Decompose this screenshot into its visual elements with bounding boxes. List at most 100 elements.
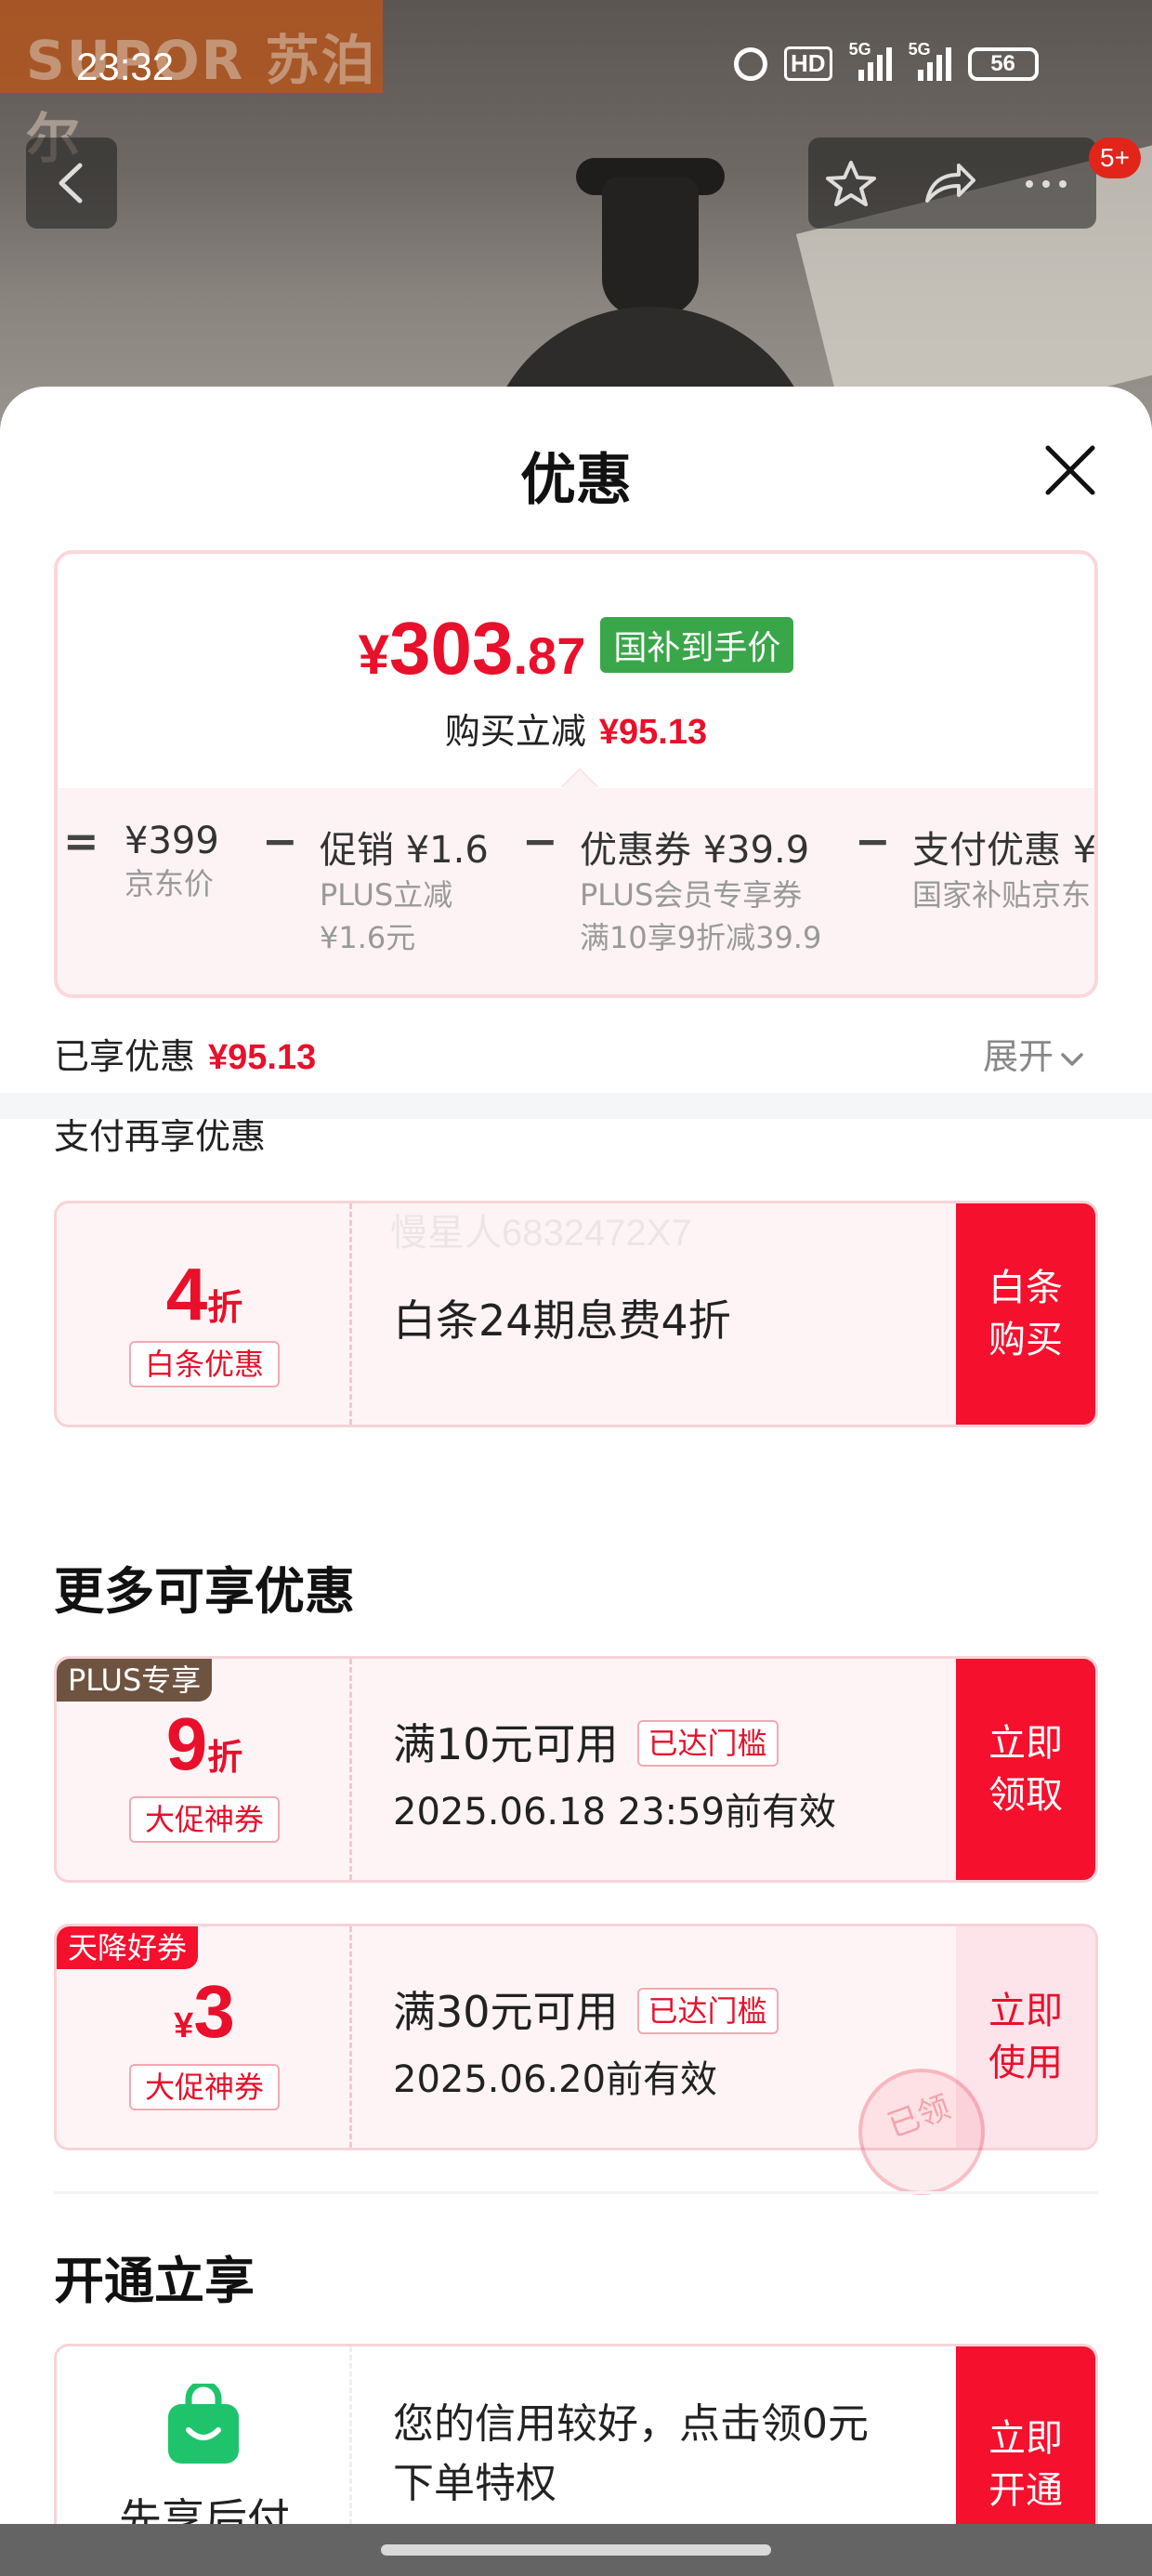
hd-icon: HD [784, 46, 832, 81]
coupon-validity: 2025.06.20前有效 [393, 2058, 718, 2101]
breakdown-sub: PLUS会员专享券 [580, 877, 803, 913]
breakdown-main: 支付优惠 ¥ [912, 829, 1097, 872]
breakdown-sub: ¥1.6元 [320, 920, 416, 955]
top-action-group [808, 138, 1096, 229]
enjoyed-amount: ¥95.13 [208, 1038, 317, 1077]
coupon-value-number: 3 [193, 1970, 235, 2053]
desc-line: 下单特权 [393, 2460, 556, 2507]
breakdown-operator: − [855, 816, 891, 866]
coupon-tag: 白条优惠 [129, 1341, 280, 1387]
section-divider [54, 2191, 1098, 2194]
photo-lid-knob [602, 177, 699, 316]
discount-sheet: 优惠 ¥303.87 国补到手价 购买立减 ¥95.13 = ¥399 京东价 − … [0, 387, 1152, 2524]
breakdown-item-jd-price: ¥399 京东价 [124, 820, 219, 905]
chevron-down-icon [1061, 1052, 1083, 1066]
button-line: 购买 [988, 1319, 1063, 1361]
breakdown-main: 促销 ¥1.6 [320, 829, 489, 872]
section-divider [0, 1093, 1152, 1119]
breakdown-item-payment: 支付优惠 ¥ 国家补贴京东 [912, 820, 1097, 916]
button-line: 立即 [988, 1722, 1063, 1765]
saving-label: 购买立减 [444, 711, 586, 752]
claim-coupon-button[interactable]: 立即 领取 [956, 1659, 1095, 1880]
baitiao-buy-button[interactable]: 白条 购买 [956, 1203, 1095, 1425]
button-line: 立即 [988, 1990, 1063, 2032]
home-indicator[interactable] [381, 2544, 771, 2556]
back-button[interactable] [26, 138, 117, 229]
star-icon [826, 161, 876, 206]
coupon-value-number: 4 [165, 1253, 208, 1335]
final-price: ¥303.87 国补到手价 [58, 606, 1094, 691]
coupon-value-unit: 折 [207, 1739, 243, 1778]
saving-amount: ¥95.13 [598, 713, 708, 752]
price-breakdown[interactable]: = ¥399 京东价 − 促销 ¥1.6 PLUS立减 ¥1.6元 − 优惠券 … [58, 768, 1097, 994]
coupon-tag: 大促神券 [129, 2064, 280, 2110]
expand-label: 展开 [983, 1036, 1054, 1077]
breakdown-operator: − [522, 816, 558, 866]
breakdown-sub: 满10享9折减39.9 [580, 920, 822, 955]
sheet-title: 优惠 [520, 448, 632, 513]
instant-saving: 购买立减 ¥95.13 [58, 703, 1094, 754]
user-watermark: 慢星人6832472X7 [390, 1213, 692, 1254]
status-time: 23:32 [76, 45, 175, 88]
button-line: 使用 [988, 2042, 1063, 2084]
coupon-value: 9折 [57, 1702, 352, 1787]
share-button[interactable] [922, 160, 977, 206]
offer-description: 白条24期息费4折 [393, 1295, 731, 1346]
signal-icon: 5G [849, 40, 892, 81]
signal-icon: 5G [909, 40, 951, 81]
coupon-details: 满30元可用 已达门槛 2025.06.20前有效 [393, 1978, 779, 2103]
coupon-condition: 满10元可用 [393, 1719, 619, 1769]
coupon-card: 9折 大促神券 PLUS专享 满10元可用 已达门槛 2025.06.18 23:… [54, 1656, 1098, 1883]
stamp-text: 已领 [883, 2088, 955, 2146]
desc-line: 您的信用较好，点击领0元 [393, 2400, 869, 2448]
coupon-details: 满10元可用 已达门槛 2025.06.18 23:59前有效 [393, 1711, 836, 1835]
breakdown-sub: 国家补贴京东 [912, 877, 1092, 913]
breakdown-main: ¥399 [124, 820, 219, 862]
breakdown-notch [561, 768, 598, 805]
more-discounts-title: 更多可享优惠 [54, 1562, 355, 1621]
status-bar: 23:32 HD 5G 5G 56 [0, 37, 1152, 102]
system-nav-bar [0, 2524, 1152, 2576]
price-currency: ¥ [358, 624, 389, 686]
subsidy-price-tag: 国补到手价 [600, 617, 794, 673]
button-line: 领取 [988, 1774, 1063, 1817]
breakdown-item-coupon: 优惠券 ¥39.9 PLUS会员专享券 满10享9折减39.9 [580, 820, 821, 959]
lucky-coupon-badge: 天降好券 [57, 1926, 199, 1969]
more-button[interactable] [1018, 160, 1074, 206]
threshold-badge: 已达门槛 [636, 1988, 779, 2034]
coupon-tag: 大促神券 [129, 1796, 280, 1843]
breakdown-main: 优惠券 ¥39.9 [580, 829, 810, 872]
threshold-badge: 已达门槛 [636, 1720, 779, 1767]
chevron-left-icon [59, 163, 83, 204]
close-button[interactable] [1041, 440, 1100, 500]
price-summary-card: ¥303.87 国补到手价 购买立减 ¥95.13 = ¥399 京东价 − 促销 … [54, 550, 1098, 998]
price-integer: 303 [389, 607, 514, 690]
button-line: 立即 [988, 2417, 1063, 2460]
button-line: 开通 [988, 2469, 1063, 2512]
breakdown-item-promo: 促销 ¥1.6 PLUS立减 ¥1.6元 [320, 820, 489, 959]
coupon-value-prefix: ¥ [174, 2006, 194, 2045]
open-benefits-title: 开通立享 [54, 2252, 255, 2310]
coupon-value: 4折 [57, 1252, 352, 1337]
pay-later-description: 您的信用较好，点击领0元 下单特权 [393, 2395, 869, 2514]
plus-exclusive-badge: PLUS专享 [57, 1659, 213, 1702]
claimed-stamp: 已领 [858, 2069, 985, 2195]
expand-button[interactable]: 展开 [983, 1028, 1085, 1079]
coupon-value: ¥3 [57, 1969, 352, 2055]
breakdown-sub: PLUS立减 [320, 877, 453, 913]
coupon-value-number: 9 [165, 1702, 208, 1785]
favorite-button[interactable] [823, 160, 879, 206]
share-icon [925, 164, 975, 203]
enjoyed-label: 已享优惠 [54, 1036, 196, 1077]
coupon-value-unit: 折 [207, 1289, 243, 1328]
shopping-bag-icon [168, 2384, 239, 2464]
breakdown-operator: − [262, 816, 298, 866]
close-icon [1045, 445, 1095, 495]
message-count-badge: 5+ [1089, 138, 1141, 178]
battery-icon: 56 [967, 46, 1039, 81]
enjoyed-discount: 已享优惠 ¥95.13 [54, 1028, 316, 1079]
breakdown-operator: = [63, 816, 99, 866]
coupon-condition: 满30元可用 [393, 1987, 619, 2037]
price-decimal: .87 [513, 626, 586, 685]
more-icon [1026, 180, 1067, 188]
